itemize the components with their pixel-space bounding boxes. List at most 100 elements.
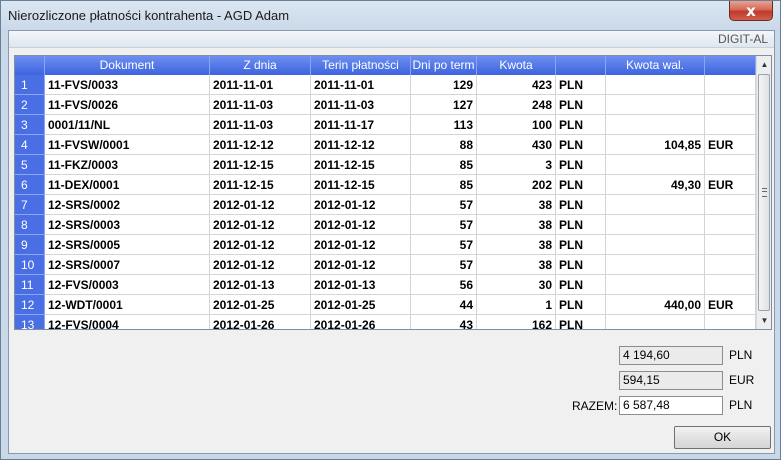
table-cell: 2012-01-12 <box>210 195 311 215</box>
table-cell <box>705 275 756 295</box>
table-cell: 11-FVS/0026 <box>45 95 210 115</box>
table-cell: 129 <box>411 75 477 95</box>
table-cell: 2012-01-12 <box>311 215 411 235</box>
table-cell: 12-SRS/0003 <box>45 215 210 235</box>
table-cell: PLN <box>556 195 606 215</box>
table-cell: 2011-11-03 <box>210 115 311 135</box>
scroll-down-icon[interactable]: ▼ <box>757 312 771 329</box>
column-header[interactable] <box>705 56 756 75</box>
table-cell <box>606 235 705 255</box>
column-header[interactable]: Dni po term <box>411 56 477 75</box>
column-header[interactable]: Kwota <box>477 56 556 75</box>
row-number: 10 <box>15 255 45 275</box>
razem-label: RAZEM: <box>572 399 618 413</box>
column-header[interactable] <box>556 56 606 75</box>
column-header[interactable]: Z dnia <box>210 56 311 75</box>
table-cell: 2012-01-26 <box>210 315 311 329</box>
table-cell: 12-FVS/0003 <box>45 275 210 295</box>
table-cell: 202 <box>477 175 556 195</box>
table-row[interactable]: 11 12-FVS/0003 2012-01-13 2012-01-13 56 30 PLN <box>15 275 756 295</box>
table-cell: 12-SRS/0002 <box>45 195 210 215</box>
table-cell: 88 <box>411 135 477 155</box>
payments-table[interactable]: Dokument Z dnia Terin płatności Dni po term… <box>14 55 772 330</box>
row-number: 1 <box>15 75 45 95</box>
table-row[interactable]: 4 11-FVSW/0001 2011-12-12 2011-12-12 88 430 PL… <box>15 135 756 155</box>
total-pln-field: 4 194,60 <box>619 346 723 365</box>
table-cell: 11-FVS/0033 <box>45 75 210 95</box>
table-row[interactable]: 10 12-SRS/0007 2012-01-12 2012-01-12 57 38 PLN <box>15 255 756 275</box>
row-number: 12 <box>15 295 45 315</box>
table-cell: 12-SRS/0005 <box>45 235 210 255</box>
table-cell <box>606 255 705 275</box>
row-number: 3 <box>15 115 45 135</box>
table-cell: 43 <box>411 315 477 329</box>
row-number: 7 <box>15 195 45 215</box>
table-cell: 12-WDT/0001 <box>45 295 210 315</box>
table-cell: 12-FVS/0004 <box>45 315 210 329</box>
table-cell: PLN <box>556 175 606 195</box>
table-cell <box>606 315 705 329</box>
table-row[interactable]: 1 11-FVS/0033 2011-11-01 2011-11-01 129 423 PL… <box>15 75 756 95</box>
table-row[interactable]: 5 11-FKZ/0003 2011-12-15 2011-12-15 85 3 PLN <box>15 155 756 175</box>
table-cell: 30 <box>477 275 556 295</box>
table-cell: 2011-12-15 <box>210 155 311 175</box>
table-cell: 11-DEX/0001 <box>45 175 210 195</box>
table-row[interactable]: 8 12-SRS/0003 2012-01-12 2012-01-12 57 38 PLN <box>15 215 756 235</box>
table-row[interactable]: 7 12-SRS/0002 2012-01-12 2012-01-12 57 38 PLN <box>15 195 756 215</box>
table-cell: 423 <box>477 75 556 95</box>
table-cell <box>705 115 756 135</box>
table-cell: EUR <box>705 175 756 195</box>
table-cell: 2012-01-12 <box>311 255 411 275</box>
table-cell: PLN <box>556 255 606 275</box>
table-cell: 2012-01-12 <box>210 255 311 275</box>
table-cell <box>705 75 756 95</box>
table-cell <box>705 195 756 215</box>
table-row[interactable]: 13 12-FVS/0004 2012-01-26 2012-01-26 43 162 PL… <box>15 315 756 329</box>
total-eur-currency: EUR <box>729 373 755 387</box>
table-cell <box>705 255 756 275</box>
close-button[interactable]: x <box>729 1 773 21</box>
razem-currency: PLN <box>729 398 753 412</box>
table-row[interactable]: 9 12-SRS/0005 2012-01-12 2012-01-12 57 38 PLN <box>15 235 756 255</box>
table-cell: PLN <box>556 75 606 95</box>
table-cell <box>606 275 705 295</box>
table-row[interactable]: 6 11-DEX/0001 2011-12-15 2011-12-15 85 202 PLN… <box>15 175 756 195</box>
window-title: Nierozliczone płatności kontrahenta - AG… <box>8 8 290 23</box>
table-cell: 2012-01-12 <box>210 215 311 235</box>
column-header[interactable]: Terin płatności <box>311 56 411 75</box>
table-cell: 100 <box>477 115 556 135</box>
table-cell: 44 <box>411 295 477 315</box>
table-cell <box>606 75 705 95</box>
table-cell: 1 <box>477 295 556 315</box>
table-cell: 2012-01-25 <box>210 295 311 315</box>
row-number: 4 <box>15 135 45 155</box>
table-cell: 85 <box>411 175 477 195</box>
table-cell: 57 <box>411 195 477 215</box>
scroll-up-icon[interactable]: ▲ <box>757 56 771 73</box>
razem-field: 6 587,48 <box>619 396 723 415</box>
row-number: 2 <box>15 95 45 115</box>
table-row[interactable]: 3 0001/11/NL 2011-11-03 2011-11-17 113 100 PLN <box>15 115 756 135</box>
table-cell: PLN <box>556 135 606 155</box>
table-header: Dokument Z dnia Terin płatności Dni po term… <box>15 56 756 75</box>
table-cell: 38 <box>477 235 556 255</box>
table-cell: PLN <box>556 215 606 235</box>
table-cell: 104,85 <box>606 135 705 155</box>
dialog-client-area: DIGIT-AL Dokument Z dnia Terin płatności Dn… <box>8 30 775 454</box>
close-icon: x <box>746 2 756 20</box>
table-row[interactable]: 12 12-WDT/0001 2012-01-25 2012-01-25 44 1 PLN 4… <box>15 295 756 315</box>
header-corner <box>15 56 45 75</box>
table-cell: PLN <box>556 155 606 175</box>
column-header[interactable]: Dokument <box>45 56 210 75</box>
title-bar[interactable]: Nierozliczone płatności kontrahenta - AG… <box>1 1 780 29</box>
scroll-thumb[interactable] <box>758 74 770 311</box>
table-cell: 2012-01-26 <box>311 315 411 329</box>
ok-button[interactable]: OK <box>674 426 771 449</box>
table-row[interactable]: 2 11-FVS/0026 2011-11-03 2011-11-03 127 248 PL… <box>15 95 756 115</box>
column-header[interactable]: Kwota wal. <box>606 56 705 75</box>
vertical-scrollbar[interactable]: ▲ ▼ <box>756 56 771 329</box>
table-cell: PLN <box>556 315 606 329</box>
row-number: 5 <box>15 155 45 175</box>
table-cell: 2011-11-01 <box>210 75 311 95</box>
table-cell: 2012-01-12 <box>311 195 411 215</box>
